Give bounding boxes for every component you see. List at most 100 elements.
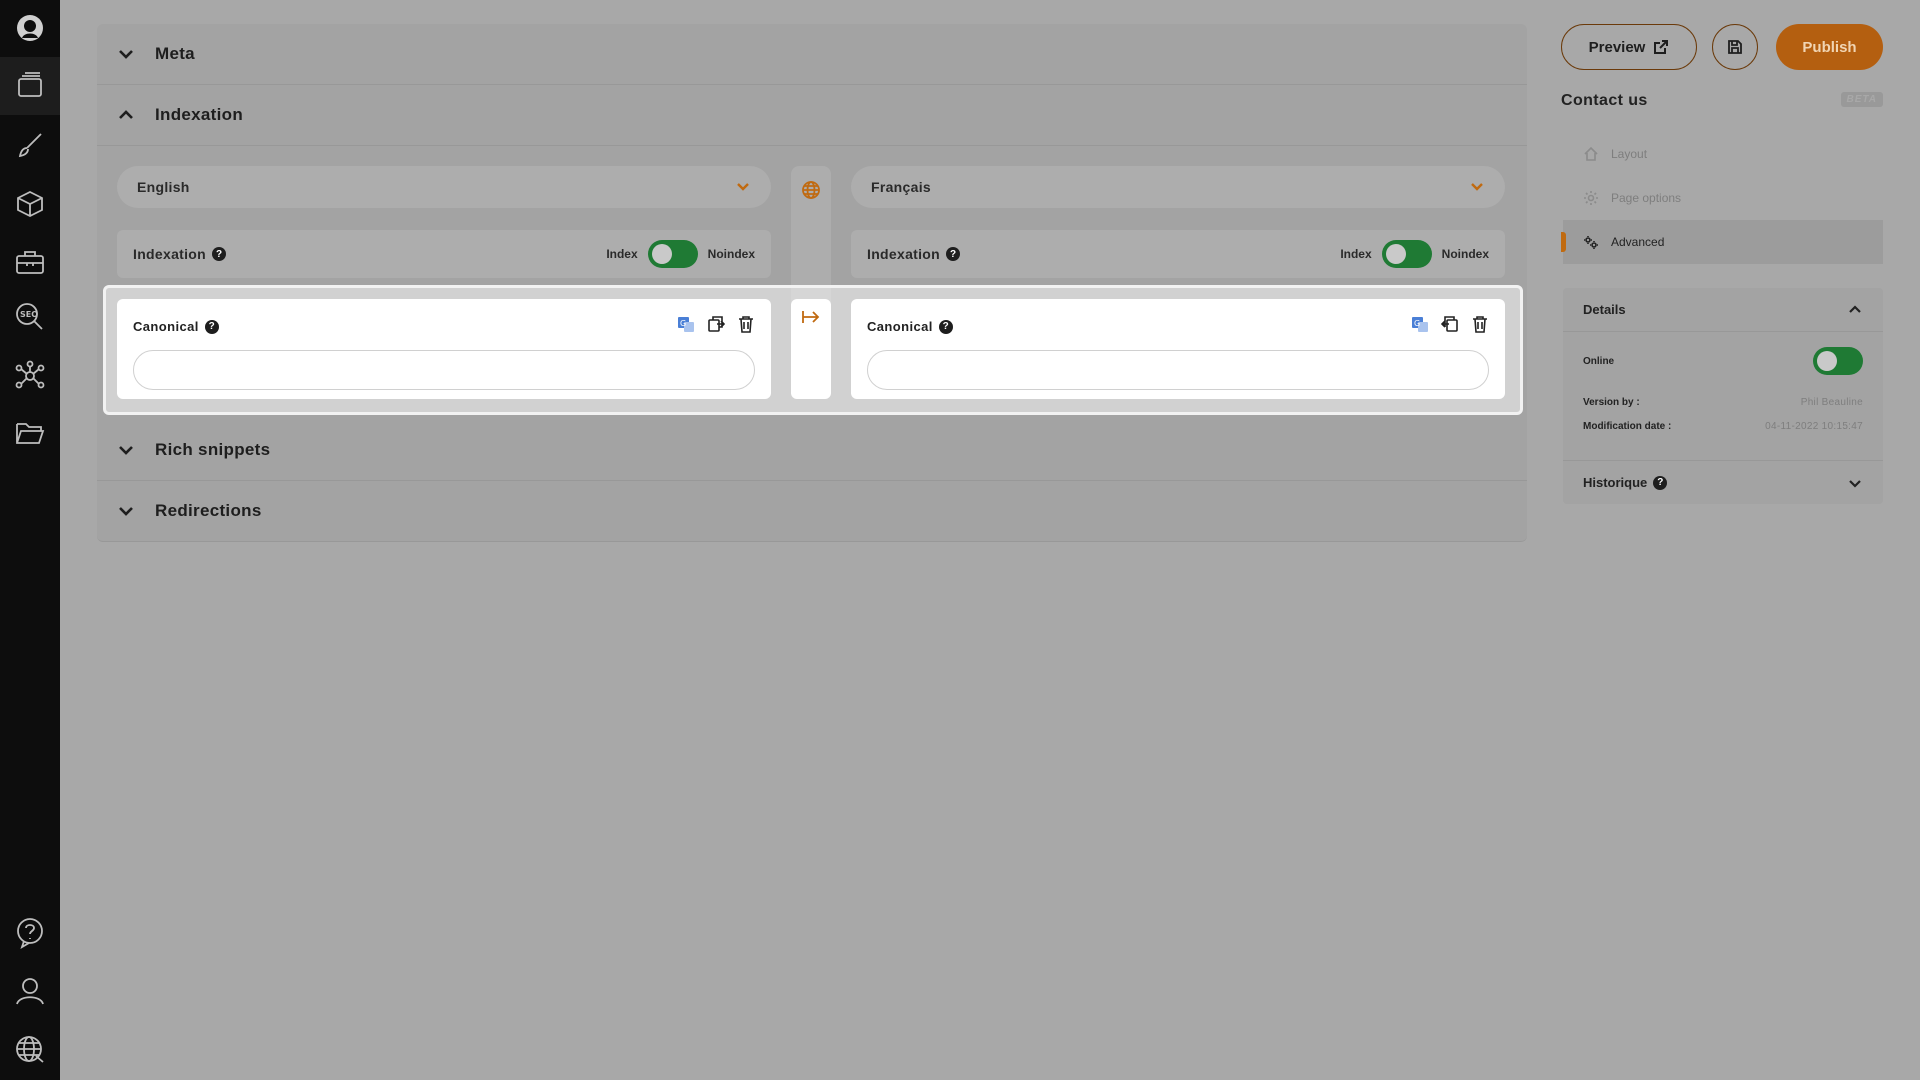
nav-item-layout[interactable]: Layout — [1563, 132, 1883, 176]
language-select-right[interactable]: Français — [851, 166, 1505, 208]
details-panel: Details Online Version by : Phil Beaulin… — [1563, 288, 1883, 504]
language-select-left[interactable]: English — [117, 166, 771, 208]
toggle-knob — [651, 244, 672, 264]
page-title: Contact us — [1561, 92, 1648, 109]
modification-date-label: Modification date : — [1583, 420, 1672, 432]
user-icon[interactable] — [12, 973, 48, 1009]
history-label: Historique — [1583, 475, 1648, 490]
indexation-row-right: Indexation ? Index Noindex — [851, 230, 1505, 278]
section-rich-snippets-title: Rich snippets — [155, 440, 271, 459]
chevron-down-icon — [737, 183, 749, 191]
chevron-down-icon — [117, 45, 135, 63]
nav-item-page-options[interactable]: Page options — [1563, 176, 1883, 220]
external-link-icon — [1654, 40, 1669, 54]
canonical-label-right: Canonical — [867, 319, 933, 334]
section-meta[interactable]: Meta — [97, 24, 1527, 85]
section-redirections[interactable]: Redirections — [97, 481, 1527, 542]
chevron-down-icon — [117, 502, 135, 520]
index-label-left: Index — [606, 247, 638, 261]
modification-date-row: Modification date : 04-11-2022 10:15:47 — [1563, 414, 1883, 438]
help-icon[interactable]: ? — [938, 319, 953, 334]
nav-item-advanced[interactable]: Advanced — [1561, 220, 1883, 264]
translate-icon[interactable]: G — [1411, 315, 1429, 338]
home-icon — [1584, 146, 1598, 161]
chevron-up-icon — [1849, 304, 1861, 313]
nav-item-label: Page options — [1611, 191, 1682, 205]
chevron-down-icon — [117, 441, 135, 459]
toggle-knob — [1817, 351, 1837, 371]
cube-icon[interactable] — [12, 186, 48, 222]
help-icon[interactable]: ? — [1653, 475, 1668, 490]
chevron-down-icon — [1471, 183, 1483, 191]
gear-icon — [1584, 191, 1598, 205]
help-icon[interactable]: ? — [212, 247, 227, 261]
indexation-row-left: Indexation ? Index Noindex — [117, 230, 771, 278]
index-label-right: Index — [1340, 247, 1372, 261]
avatar-icon[interactable] — [12, 10, 48, 46]
globe-icon[interactable] — [12, 1032, 48, 1068]
copy-to-icon[interactable] — [707, 315, 726, 338]
trash-icon[interactable] — [1471, 315, 1489, 338]
version-by-label: Version by : — [1583, 396, 1640, 408]
indexation-label-left: Indexation — [133, 246, 207, 262]
section-redirections-title: Redirections — [155, 501, 262, 520]
noindex-label-left: Noindex — [707, 247, 755, 261]
canonical-input-left[interactable] — [133, 350, 755, 390]
canonical-label-left: Canonical — [133, 319, 199, 334]
version-by-row: Version by : Phil Beauline — [1563, 390, 1883, 414]
svg-text:G: G — [1414, 319, 1420, 328]
version-by-value: Phil Beauline — [1800, 396, 1863, 408]
details-title: Details — [1583, 302, 1626, 317]
preview-button-label: Preview — [1588, 38, 1646, 56]
section-indexation-title: Indexation — [155, 105, 244, 124]
arrow-right-to-icon[interactable] — [801, 307, 821, 327]
trash-icon[interactable] — [737, 315, 755, 338]
index-toggle-right[interactable] — [1381, 240, 1432, 268]
help-icon[interactable]: ? — [946, 247, 961, 261]
svg-text:G: G — [680, 319, 686, 328]
folder-icon[interactable] — [12, 415, 48, 451]
publish-button[interactable]: Publish — [1776, 24, 1883, 70]
main-content: Meta Indexation English Français Indexat… — [97, 24, 1527, 542]
svg-text:SEO: SEO — [20, 310, 38, 319]
network-icon[interactable] — [12, 358, 48, 394]
online-toggle[interactable] — [1813, 347, 1863, 375]
globe-icon[interactable] — [801, 180, 821, 200]
online-label: Online — [1583, 355, 1615, 367]
page-nav: Layout Page options Advanced — [1561, 132, 1883, 266]
online-row: Online — [1563, 332, 1883, 390]
copy-direction-cell — [791, 299, 831, 399]
save-button[interactable] — [1712, 24, 1758, 70]
save-icon — [1728, 40, 1742, 54]
history-header[interactable]: Historique ? — [1563, 460, 1883, 504]
chevron-down-icon — [1849, 479, 1861, 488]
details-header[interactable]: Details — [1563, 288, 1883, 332]
translate-icon[interactable]: G — [677, 315, 695, 338]
seo-icon[interactable]: SEO — [12, 299, 48, 335]
canonical-input-right[interactable] — [867, 350, 1489, 390]
nav-item-label: Layout — [1611, 147, 1648, 161]
brush-icon[interactable] — [12, 127, 48, 163]
beta-badge: BETA — [1840, 92, 1883, 107]
canonical-card-left: Canonical ? G — [117, 299, 771, 399]
language-select-left-value: English — [137, 179, 190, 195]
chevron-up-icon — [117, 106, 135, 124]
toggle-knob — [1385, 244, 1406, 264]
help-icon[interactable] — [12, 915, 48, 951]
section-indexation[interactable]: Indexation — [97, 85, 1527, 146]
preview-button[interactable]: Preview — [1561, 24, 1697, 70]
help-icon[interactable]: ? — [204, 319, 219, 334]
left-rail: SEO — [0, 0, 60, 1080]
indexation-label-right: Indexation — [867, 246, 941, 262]
canonical-card-right: Canonical ? G — [851, 299, 1505, 399]
gears-icon — [1584, 236, 1598, 249]
section-rich-snippets[interactable]: Rich snippets — [97, 420, 1527, 481]
noindex-label-right: Noindex — [1441, 247, 1489, 261]
language-select-right-value: Français — [871, 179, 931, 195]
pages-icon[interactable] — [0, 57, 60, 115]
modification-date-value: 04-11-2022 10:15:47 — [1765, 420, 1863, 432]
copy-from-icon[interactable] — [1440, 315, 1459, 338]
index-toggle-left[interactable] — [647, 240, 698, 268]
toolbox-icon[interactable] — [12, 244, 48, 280]
nav-item-label: Advanced — [1611, 235, 1665, 249]
